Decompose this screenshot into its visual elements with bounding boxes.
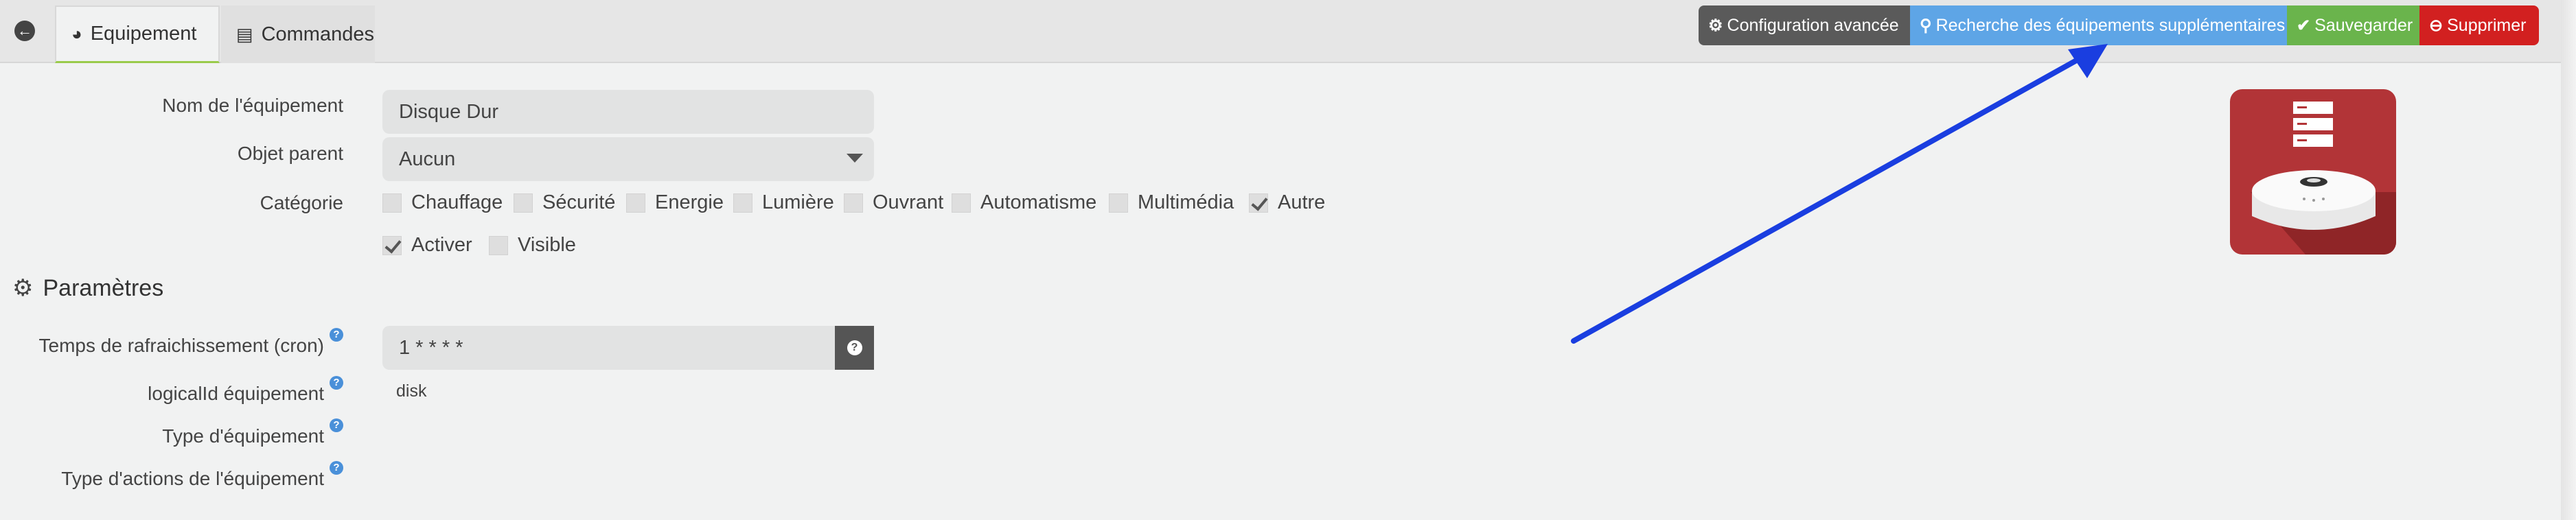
plugin-equipment-page: ← ◕ Equipement ▤ Commandes ⚙ Configurati… bbox=[0, 0, 2561, 520]
annotation-arrow bbox=[1571, 44, 2108, 344]
scroll-gutter bbox=[2561, 0, 2576, 520]
